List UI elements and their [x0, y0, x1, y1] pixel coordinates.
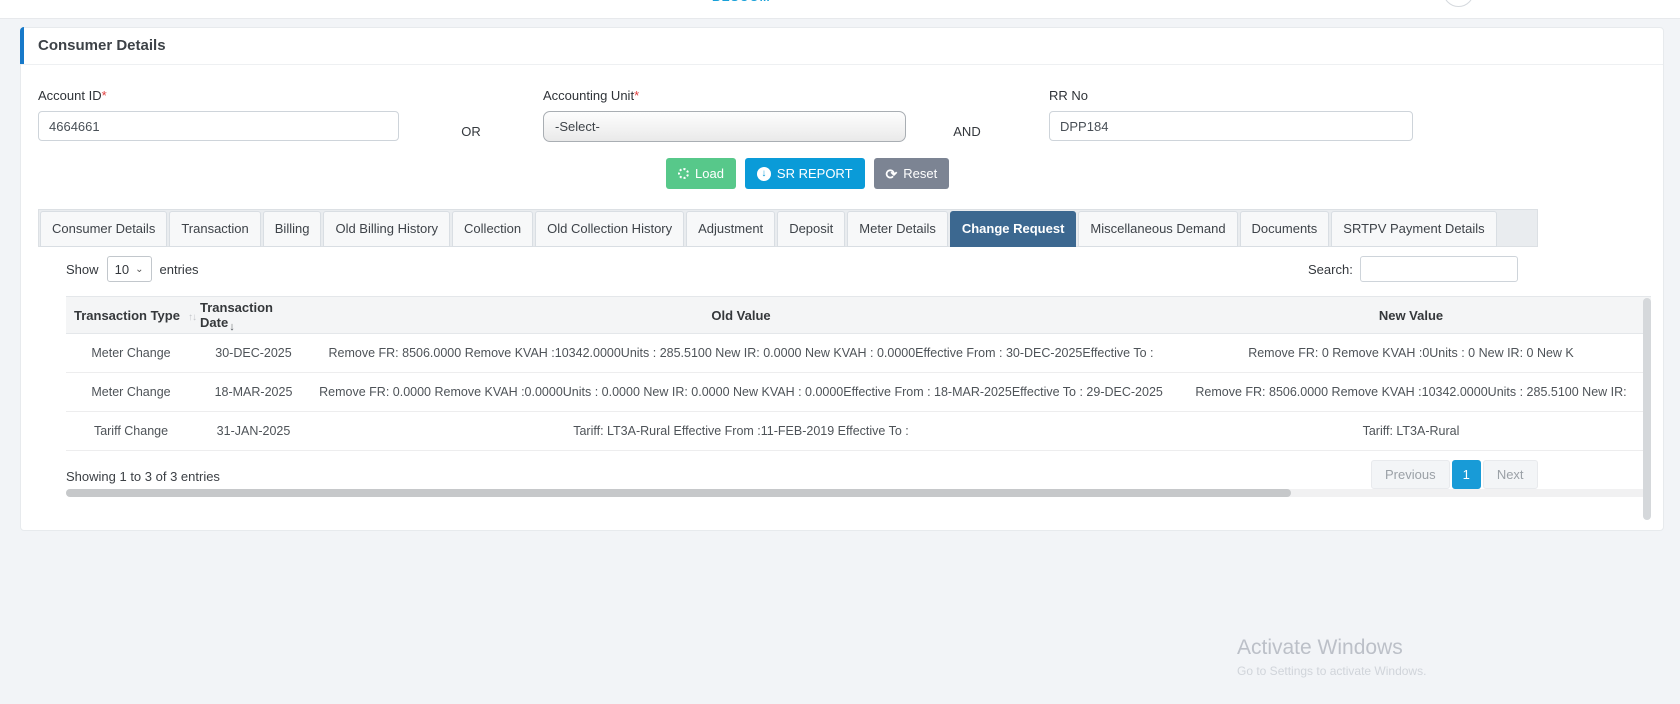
tab-billing[interactable]: Billing	[262, 211, 322, 247]
col-header-transaction-type[interactable]: Transaction Type ↑↓	[66, 308, 197, 323]
table-row: Tariff Change 31-JAN-2025 Tariff: LT3A-R…	[66, 412, 1651, 451]
tab-old-collection-history[interactable]: Old Collection History	[535, 211, 685, 247]
activate-windows-watermark: Activate Windows	[1237, 636, 1403, 659]
col-header-new-value: New Value	[1378, 307, 1444, 323]
search-label: Search:	[1308, 261, 1353, 277]
pagination: Previous 1 Next	[1371, 460, 1538, 489]
or-label: OR	[461, 124, 481, 139]
page-size-select[interactable]: 10 ⌄	[106, 256, 152, 282]
previous-page-button[interactable]: Previous	[1371, 460, 1450, 489]
tab-srtpv-payment-details[interactable]: SRTPV Payment Details	[1331, 211, 1497, 247]
load-button-label: Load	[695, 166, 724, 181]
page-title: Consumer Details	[38, 37, 166, 54]
cell-transaction-type: Meter Change	[91, 385, 171, 399]
and-label: AND	[953, 124, 981, 139]
cell-transaction-date: 30-DEC-2025	[215, 346, 292, 360]
tab-adjustment[interactable]: Adjustment	[686, 211, 776, 247]
cell-transaction-date: 31-JAN-2025	[216, 424, 291, 438]
tab-transaction[interactable]: Transaction	[169, 211, 261, 247]
refresh-icon: ⟳	[885, 165, 898, 182]
show-label: Show	[66, 261, 99, 277]
next-page-button[interactable]: Next	[1482, 460, 1538, 489]
account-id-input[interactable]	[38, 111, 399, 141]
vertical-scrollbar-thumb[interactable]	[1643, 298, 1651, 520]
user-avatar[interactable]	[1443, 0, 1474, 7]
activate-windows-watermark-subtext: Go to Settings to activate Windows.	[1237, 664, 1427, 678]
tab-meter-details[interactable]: Meter Details	[847, 211, 948, 247]
cell-new-value: Remove FR: 0 Remove KVAH :0Units : 0 New…	[1248, 346, 1574, 360]
accounting-unit-select[interactable]: -Select-	[543, 111, 906, 142]
entries-label: entries	[159, 261, 199, 277]
tab-old-billing-history[interactable]: Old Billing History	[323, 211, 451, 247]
table-row: Meter Change 18-MAR-2025 Remove FR: 0.00…	[66, 373, 1651, 412]
app-header: BESCOM	[0, 0, 1680, 19]
load-button[interactable]: Load	[666, 158, 736, 189]
download-circle-icon: ↓	[756, 166, 771, 181]
sr-report-button[interactable]: ↓ SR REPORT	[744, 158, 865, 189]
tab-documents[interactable]: Documents	[1239, 211, 1330, 247]
card-accent-bar	[20, 27, 24, 64]
cell-old-value: Remove FR: 0.0000 Remove KVAH :0.0000Uni…	[319, 385, 1163, 399]
cell-old-value: Remove FR: 8506.0000 Remove KVAH :10342.…	[328, 346, 1154, 360]
consumer-details-card: Consumer Details Account ID* OR Accounti…	[20, 27, 1664, 531]
table-row: Meter Change 30-DEC-2025 Remove FR: 8506…	[66, 334, 1651, 373]
horizontal-scrollbar-thumb[interactable]	[66, 489, 1291, 497]
reset-button-label: Reset	[903, 166, 938, 181]
accounting-unit-label: Accounting Unit*	[543, 88, 640, 103]
tab-miscellaneous-demand[interactable]: Miscellaneous Demand	[1078, 211, 1238, 247]
rr-no-group: RR No	[1049, 88, 1413, 141]
card-divider	[21, 64, 1663, 65]
tab-deposit[interactable]: Deposit	[777, 211, 846, 247]
change-request-table: Transaction Type ↑↓ Transaction Date↓ Old…	[66, 296, 1651, 451]
page-size-value: 10	[114, 261, 130, 277]
rr-no-label: RR No	[1049, 88, 1089, 103]
accounting-unit-group: Accounting Unit* -Select-	[543, 88, 906, 142]
col-header-old-value: Old Value	[711, 307, 771, 323]
sort-both-icon: ↑↓	[187, 311, 197, 323]
account-id-label: Account ID*	[38, 88, 107, 103]
table-header-row: Transaction Type ↑↓ Transaction Date↓ Old…	[66, 296, 1651, 334]
cell-transaction-type: Tariff Change	[93, 424, 169, 438]
rr-no-input[interactable]	[1049, 111, 1413, 141]
cell-transaction-type: Meter Change	[91, 346, 171, 360]
sr-report-button-label: SR REPORT	[776, 166, 853, 181]
chevron-down-icon: ⌄	[135, 263, 144, 275]
sort-desc-icon: ↓	[229, 321, 235, 333]
cell-old-value: Tariff: LT3A-Rural Effective From :11-FE…	[573, 424, 909, 438]
form-actions: Load ↓ SR REPORT ⟳ Reset	[666, 158, 950, 189]
tab-change-request[interactable]: Change Request	[949, 211, 1077, 247]
account-id-group: Account ID*	[38, 88, 399, 141]
cell-new-value: Tariff: LT3A-Rural	[1362, 424, 1460, 438]
bescom-logo: BESCOM	[712, 0, 771, 4]
tab-bar: Consumer Details Transaction Billing Old…	[38, 209, 1538, 247]
reset-button[interactable]: ⟳ Reset	[873, 158, 950, 189]
col-header-transaction-date[interactable]: Transaction Date↓	[196, 300, 311, 333]
cell-new-value: Remove FR: 8506.0000 Remove KVAH :10342.…	[1195, 385, 1627, 399]
required-asterisk: *	[634, 88, 640, 103]
horizontal-scrollbar-track[interactable]	[66, 489, 1651, 497]
spinner-icon	[678, 168, 689, 179]
tab-collection[interactable]: Collection	[452, 211, 534, 247]
page-1-button[interactable]: 1	[1451, 460, 1481, 489]
page-length-control: Show 10 ⌄ entries	[66, 256, 199, 282]
required-asterisk: *	[101, 88, 107, 103]
cell-transaction-date: 18-MAR-2025	[214, 385, 293, 399]
entries-summary: Showing 1 to 3 of 3 entries	[66, 469, 220, 484]
search-input[interactable]	[1359, 256, 1518, 282]
search-control: Search:	[1308, 256, 1518, 282]
tab-consumer-details[interactable]: Consumer Details	[40, 211, 168, 247]
